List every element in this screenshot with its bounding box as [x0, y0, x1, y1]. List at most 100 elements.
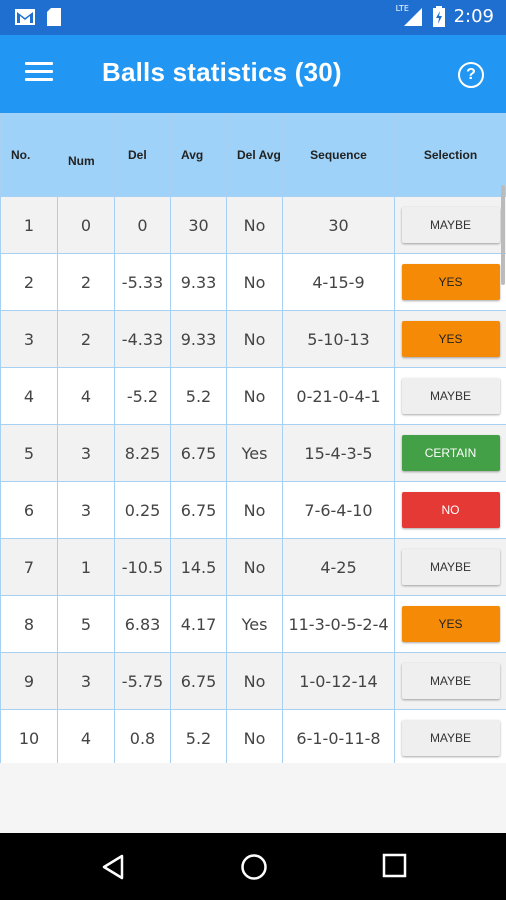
cell-num: 1 [57, 538, 115, 596]
table-row[interactable]: 7 1 -10.5 14.5 No 4-25 MAYBE [0, 538, 506, 596]
cell-no: 9 [0, 652, 58, 710]
cell-sequence: 15-4-3-5 [282, 424, 395, 482]
selection-button[interactable]: YES [401, 264, 500, 300]
selection-button[interactable]: MAYBE [401, 720, 500, 756]
cell-del-avg: No [226, 196, 283, 254]
cell-del-avg: No [226, 481, 283, 539]
cell-del: -10.5 [114, 538, 171, 596]
table-row[interactable]: 10 4 0.8 5.2 No 6-1-0-11-8 MAYBE [0, 709, 506, 763]
back-icon[interactable] [100, 853, 126, 881]
statistics-table[interactable]: No. Num Del Avg Del Avg Sequence Selecti… [0, 113, 506, 763]
cell-del: 6.83 [114, 595, 171, 653]
cell-avg: 30 [170, 196, 227, 254]
cell-num: 0 [57, 196, 115, 254]
cell-del-avg: No [226, 538, 283, 596]
gmail-icon [15, 9, 35, 25]
cell-sequence: 1-0-12-14 [282, 652, 395, 710]
cell-no: 10 [0, 709, 58, 763]
cell-selection: MAYBE [394, 367, 506, 425]
cell-no: 6 [0, 481, 58, 539]
cell-selection: MAYBE [394, 709, 506, 763]
cell-del: 8.25 [114, 424, 171, 482]
table-row[interactable]: 4 4 -5.2 5.2 No 0-21-0-4-1 MAYBE [0, 367, 506, 425]
cell-sequence: 11-3-0-5-2-4 [282, 595, 395, 653]
header-del: Del [114, 113, 171, 197]
cell-avg: 9.33 [170, 253, 227, 311]
cell-del-avg: No [226, 709, 283, 763]
table-row[interactable]: 6 3 0.25 6.75 No 7-6-4-10 NO [0, 481, 506, 539]
cell-selection: YES [394, 310, 506, 368]
cell-del: -5.2 [114, 367, 171, 425]
selection-button[interactable]: MAYBE [401, 378, 500, 414]
status-right-icons: LTE 2:09 [396, 4, 494, 28]
cell-selection: MAYBE [394, 196, 506, 254]
selection-button[interactable]: NO [401, 492, 500, 528]
table-row[interactable]: 9 3 -5.75 6.75 No 1-0-12-14 MAYBE [0, 652, 506, 710]
cell-selection: CERTAIN [394, 424, 506, 482]
table-row[interactable]: 8 5 6.83 4.17 Yes 11-3-0-5-2-4 YES [0, 595, 506, 653]
cell-num: 2 [57, 253, 115, 311]
selection-button[interactable]: MAYBE [401, 663, 500, 699]
header-avg: Avg [170, 113, 227, 197]
selection-button[interactable]: MAYBE [401, 207, 500, 243]
cell-no: 2 [0, 253, 58, 311]
recent-apps-icon[interactable] [382, 853, 408, 879]
sd-card-icon [47, 8, 61, 26]
cell-num: 4 [57, 709, 115, 763]
cell-sequence: 4-15-9 [282, 253, 395, 311]
help-glyph: ? [466, 66, 476, 83]
app-bar: Balls statistics (30) ? [0, 35, 506, 113]
cell-sequence: 30 [282, 196, 395, 254]
scrollbar[interactable] [501, 185, 505, 285]
cell-selection: YES [394, 595, 506, 653]
selection-button[interactable]: YES [401, 606, 500, 642]
cell-no: 3 [0, 310, 58, 368]
help-icon[interactable]: ? [458, 62, 484, 88]
cell-del-avg: No [226, 253, 283, 311]
cell-del-avg: Yes [226, 595, 283, 653]
header-del-avg: Del Avg [226, 113, 283, 197]
status-time: 2:09 [453, 6, 494, 27]
cell-selection: YES [394, 253, 506, 311]
header-num: Num [57, 113, 115, 197]
table-row[interactable]: 2 2 -5.33 9.33 No 4-15-9 YES [0, 253, 506, 311]
cell-avg: 6.75 [170, 652, 227, 710]
cell-del-avg: Yes [226, 424, 283, 482]
cell-avg: 9.33 [170, 310, 227, 368]
cell-del: -4.33 [114, 310, 171, 368]
cell-num: 3 [57, 424, 115, 482]
cell-del: 0.8 [114, 709, 171, 763]
navigation-bar [0, 833, 506, 900]
status-left-icons [14, 7, 62, 27]
home-icon[interactable] [240, 853, 268, 881]
selection-button[interactable]: MAYBE [401, 549, 500, 585]
cell-del: -5.75 [114, 652, 171, 710]
cell-no: 5 [0, 424, 58, 482]
status-bar: LTE 2:09 [0, 0, 506, 35]
cell-num: 3 [57, 652, 115, 710]
header-no: No. [0, 113, 58, 197]
cell-sequence: 0-21-0-4-1 [282, 367, 395, 425]
cell-avg: 6.75 [170, 424, 227, 482]
cell-num: 2 [57, 310, 115, 368]
cell-del-avg: No [226, 367, 283, 425]
empty-area [0, 763, 506, 833]
cell-del: 0.25 [114, 481, 171, 539]
cell-del-avg: No [226, 310, 283, 368]
selection-button[interactable]: CERTAIN [401, 435, 500, 471]
signal-icon: LTE [396, 4, 424, 28]
selection-button[interactable]: YES [401, 321, 500, 357]
cell-no: 7 [0, 538, 58, 596]
page-title: Balls statistics (30) [102, 57, 342, 87]
table-row[interactable]: 3 2 -4.33 9.33 No 5-10-13 YES [0, 310, 506, 368]
cell-sequence: 5-10-13 [282, 310, 395, 368]
cell-no: 4 [0, 367, 58, 425]
cell-selection: MAYBE [394, 538, 506, 596]
header-selection: Selection [394, 113, 506, 197]
menu-icon[interactable] [25, 62, 53, 82]
cell-del-avg: No [226, 652, 283, 710]
cell-del: 0 [114, 196, 171, 254]
table-row[interactable]: 5 3 8.25 6.75 Yes 15-4-3-5 CERTAIN [0, 424, 506, 482]
table-row[interactable]: 1 0 0 30 No 30 MAYBE [0, 196, 506, 254]
cell-del: -5.33 [114, 253, 171, 311]
